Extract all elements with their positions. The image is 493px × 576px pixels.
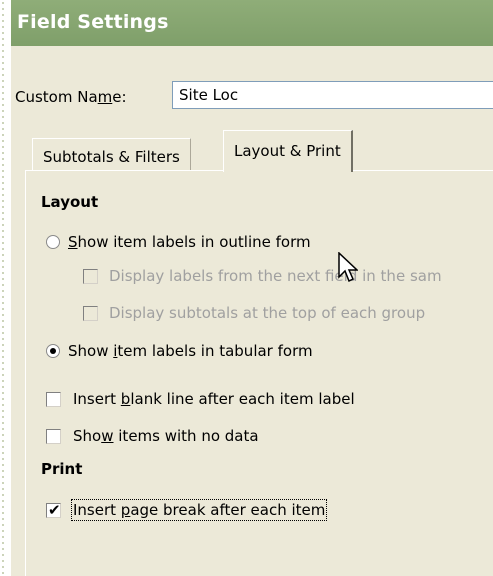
blank-line-label[interactable]: Insert blank line after each item label (73, 390, 355, 408)
custom-name-label: Custom Name: (15, 88, 127, 106)
outline-form-radio[interactable] (46, 235, 60, 249)
no-data-label[interactable]: Show items with no data (73, 427, 259, 445)
outline-form-label[interactable]: Show item labels in outline form (68, 233, 311, 251)
dialog-title: Field Settings (17, 11, 169, 33)
tabular-form-radio[interactable] (46, 344, 60, 358)
radio-selected-dot (50, 348, 56, 354)
mouse-pointer-icon (338, 252, 358, 283)
field-settings-dialog: Field Settings Custom Name: Site Loc Sub… (11, 0, 493, 576)
layout-heading: Layout (41, 193, 99, 211)
tabular-form-label[interactable]: Show item labels in tabular form (68, 342, 313, 360)
background-pattern (0, 0, 6, 576)
subtotals-top-label: Display subtotals at the top of each gro… (109, 304, 426, 322)
tab-layout-print[interactable]: Layout & Print (223, 130, 353, 172)
blank-line-checkbox[interactable] (46, 392, 61, 407)
print-heading: Print (41, 460, 83, 478)
next-field-label: Display labels from the next field in th… (109, 267, 442, 285)
tab-subtotals-filters[interactable]: Subtotals & Filters (32, 138, 191, 170)
custom-name-input[interactable]: Site Loc (172, 81, 493, 109)
checkmark-icon: ✔ (48, 501, 61, 519)
title-bar[interactable]: Field Settings (11, 0, 493, 46)
no-data-checkbox[interactable] (46, 429, 61, 444)
subtotals-top-checkbox[interactable] (83, 306, 98, 321)
page-break-checkbox[interactable]: ✔ (46, 501, 61, 519)
page-break-label[interactable]: Insert page break after each item (70, 499, 328, 521)
next-field-checkbox[interactable] (83, 269, 98, 284)
